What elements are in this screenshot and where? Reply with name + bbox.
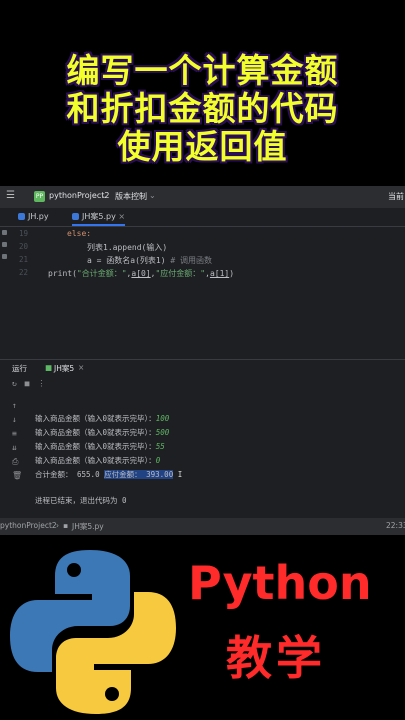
headline-line-2: 和折扣金额的代码 (66, 89, 339, 128)
line-number: 20 (18, 242, 28, 251)
python-logo-eye (67, 563, 81, 577)
project-tool-icon[interactable] (2, 230, 7, 235)
brand-title: Python (188, 556, 372, 610)
run-label: 运行 (12, 364, 27, 373)
more-icon[interactable]: ⋮ (37, 379, 45, 388)
print-icon[interactable]: ⎙ (12, 457, 18, 467)
arrow-down-icon[interactable]: ↓ (12, 415, 17, 424)
console-line: 输入商品金额（输入0就表示完毕）：0 (35, 456, 161, 465)
code-line[interactable]: else: (67, 229, 91, 238)
line-number: 22 (18, 268, 28, 277)
tool-strip (0, 226, 9, 366)
run-toolbar: ↻ ■ ⋮ (12, 379, 45, 388)
selected-text[interactable]: 应付金额： 393.00 (104, 470, 174, 479)
editor-tabs: JH.py JH案5.py × (0, 208, 405, 227)
python-file-icon (18, 213, 25, 220)
trash-icon[interactable]: 🗑 (12, 471, 22, 480)
tab-jh[interactable]: JH.py (18, 208, 49, 226)
chevron-down-icon[interactable]: ⌄ (149, 191, 156, 200)
stop-icon[interactable]: ■ (25, 379, 30, 388)
breadcrumb-separator: › (56, 521, 59, 530)
console-line: 输入商品金额（输入0就表示完毕）：100 (35, 414, 170, 423)
structure-tool-icon[interactable] (2, 254, 7, 259)
commit-tool-icon[interactable] (2, 242, 7, 247)
code-line[interactable]: 列表1.append(输入) (87, 242, 167, 253)
python-file-icon (72, 213, 79, 220)
status-position[interactable]: 22:33 (386, 521, 405, 530)
soft-wrap-icon[interactable]: ≡ (12, 429, 17, 438)
headline-line-3: 使用返回值 (117, 127, 288, 166)
python-logo (10, 550, 176, 714)
run-panel-header: 运行 ■ JH案5 × (0, 359, 405, 376)
main-menu-icon[interactable]: ☰ (6, 190, 15, 201)
chevron-down-icon[interactable]: ⌄ (101, 191, 108, 200)
rerun-icon[interactable]: ↻ (12, 379, 17, 388)
scroll-end-icon[interactable]: ⇊ (12, 443, 17, 452)
title-bar: ☰ PP pythonProject2 ⌄ 版本控制 ⌄ 当前 (0, 186, 405, 208)
code-line[interactable]: print("合计金额：",a[0],"应付金额：",a[1]) (48, 268, 234, 279)
python-run-icon: ■ (45, 363, 53, 372)
console-result[interactable]: 合计金额： 655.0 应付金额： 393.00 I (35, 469, 182, 480)
headline-line-1: 编写一个计算金额 (66, 51, 339, 90)
exit-message: 进程已结束，退出代码为 0 (35, 496, 127, 505)
code-line[interactable]: a = 函数名a(列表1) # 调用函数 (87, 255, 212, 266)
line-number: 21 (18, 255, 28, 264)
console-line: 输入商品金额（输入0就表示完毕）：55 (35, 442, 165, 451)
close-icon[interactable]: × (78, 363, 84, 372)
text-cursor: I (173, 470, 183, 479)
brand-subtitle: 教学 (226, 631, 326, 685)
status-file[interactable]: JH案5.py (72, 521, 104, 532)
arrow-up-icon[interactable]: ↑ (12, 401, 17, 410)
python-logo-eye (105, 687, 119, 701)
tab-jh5[interactable]: JH案5.py × (72, 208, 126, 226)
current-file-label[interactable]: 当前 (388, 191, 404, 202)
vcs-menu[interactable]: 版本控制 (115, 191, 147, 202)
python-file-icon: ▪ (63, 521, 69, 530)
status-project[interactable]: pythonProject2 (0, 521, 57, 530)
status-bar: pythonProject2 › ▪ JH案5.py 22:33 (0, 518, 405, 535)
project-badge: PP (34, 191, 45, 202)
console-line: 输入商品金额（输入0就表示完毕）：500 (35, 428, 170, 437)
line-number: 19 (18, 229, 28, 238)
close-icon[interactable]: × (118, 212, 125, 221)
headline: 编写一个计算金额 和折扣金额的代码 使用返回值 (0, 52, 405, 166)
ide-window: ☰ PP pythonProject2 ⌄ 版本控制 ⌄ 当前 JH.py JH… (0, 186, 405, 535)
run-tab[interactable]: JH案5 (54, 363, 74, 374)
